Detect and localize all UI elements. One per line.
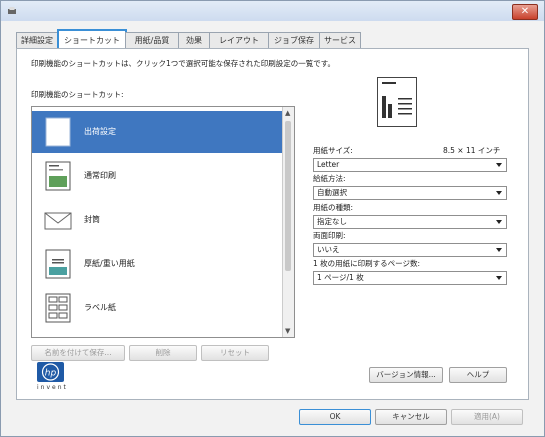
shortcut-label: 厚紙/重い用紙 [84,259,135,268]
scroll-down-icon[interactable]: ▼ [285,327,290,335]
printer-properties-window: ✕ 詳細設定 ショートカット 用紙/品質 効果 レイアウト ジョブ保存 サービス… [0,0,545,437]
list-item[interactable]: 通常印刷 [32,155,282,197]
shortcut-label: ラベル紙 [84,303,116,312]
photo-page-icon [45,161,71,191]
cardstock-page-icon [45,249,71,279]
scroll-up-icon[interactable]: ▲ [285,109,290,117]
help-button[interactable]: ヘルプ [449,367,507,383]
paper-source-label: 給紙方法: [313,174,346,183]
default-page-icon [45,117,71,147]
paper-source-select[interactable]: 自動選択 [313,186,507,200]
shortcut-label: 出荷設定 [84,127,116,136]
shortcuts-list[interactable]: 出荷設定 通常印刷 封筒 厚紙/重い用紙 ラベル紙 ▲ ▼ [31,106,295,338]
list-scrollbar[interactable]: ▲ ▼ [282,107,294,337]
paper-size-label: 用紙サイズ: [313,146,353,155]
list-item[interactable]: 封筒 [32,199,282,241]
tab-job-storage[interactable]: ジョブ保存 [268,32,320,48]
paper-size-select[interactable]: Letter [313,158,507,172]
pages-per-sheet-label: 1 枚の用紙に印刷するページ数: [313,259,421,268]
pages-per-sheet-select[interactable]: 1 ページ/1 枚 [313,271,507,285]
ok-button[interactable]: OK [299,409,371,425]
description-text: 印刷機能のショートカットは、クリック1つで選択可能な保存された印刷設定の一覧です… [31,59,336,68]
tab-services[interactable]: サービス [319,32,361,48]
invent-text: invent [37,384,68,391]
tab-layout[interactable]: レイアウト [209,32,269,48]
hp-logo: hp [37,362,64,382]
scroll-thumb[interactable] [285,121,291,271]
labels-icon [45,293,71,323]
envelope-icon [44,212,72,230]
tab-effects[interactable]: 効果 [178,32,210,48]
paper-type-select[interactable]: 指定なし [313,215,507,229]
chevron-down-icon [496,191,502,195]
list-item[interactable]: 厚紙/重い用紙 [32,243,282,285]
printer-icon [8,7,16,14]
paper-size-value: 8.5 × 11 インチ [443,146,501,155]
version-info-button[interactable]: バージョン情報... [369,367,443,383]
close-button[interactable]: ✕ [512,4,538,20]
title-bar: ✕ [1,1,544,21]
chevron-down-icon [496,276,502,280]
tab-shortcuts[interactable]: ショートカット [57,29,127,50]
delete-button[interactable]: 削除 [129,345,197,361]
shortcuts-panel: 印刷機能のショートカットは、クリック1つで選択可能な保存された印刷設定の一覧です… [16,48,529,400]
chevron-down-icon [496,163,502,167]
cancel-button[interactable]: キャンセル [375,409,447,425]
chevron-down-icon [496,248,502,252]
apply-button[interactable]: 適用(A) [451,409,523,425]
duplex-label: 両面印刷: [313,231,346,240]
list-item[interactable]: ラベル紙 [32,287,282,329]
hp-logo-icon: hp [41,363,60,381]
reset-button[interactable]: リセット [201,345,269,361]
list-item[interactable]: 出荷設定 [32,111,282,153]
save-as-button[interactable]: 名前を付けて保存... [31,345,125,361]
duplex-select[interactable]: いいえ [313,243,507,257]
chevron-down-icon [496,220,502,224]
page-preview-icon [377,77,417,127]
paper-type-label: 用紙の種類: [313,203,354,212]
shortcut-label: 通常印刷 [84,171,116,180]
shortcut-label: 封筒 [84,215,100,224]
svg-text:hp: hp [45,369,57,379]
shortcuts-label: 印刷機能のショートカット: [31,90,124,99]
tab-paper-quality[interactable]: 用紙/品質 [125,32,179,48]
tab-advanced[interactable]: 詳細設定 [16,32,58,48]
